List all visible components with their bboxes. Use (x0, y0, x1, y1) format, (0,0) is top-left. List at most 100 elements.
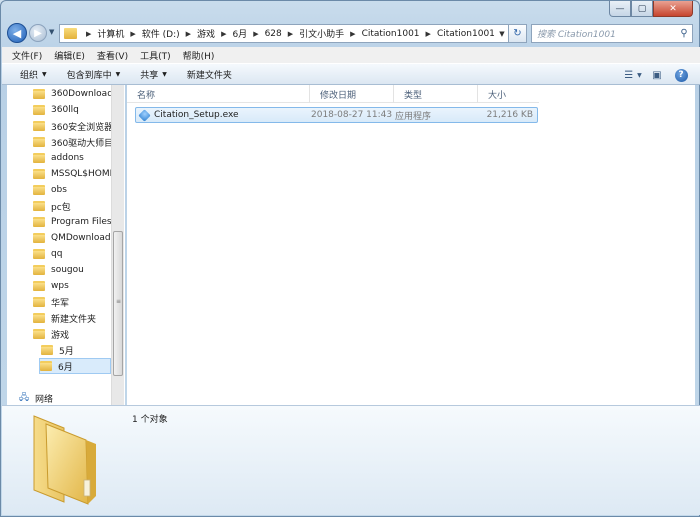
menu-tools[interactable]: 工具(T) (140, 49, 171, 62)
back-button[interactable]: ◀ (7, 23, 27, 43)
maximize-icon: ▢ (637, 3, 647, 14)
preview-pane-icon: ▣ (652, 69, 662, 81)
folder-icon (33, 297, 45, 307)
folder-icon (33, 313, 45, 323)
tree-item[interactable]: obs (33, 182, 67, 198)
refresh-button[interactable]: ↻ (509, 24, 527, 43)
tree-item[interactable]: qq (33, 246, 62, 262)
menu-bar: 文件(F) 编辑(E) 查看(V) 工具(T) 帮助(H) (2, 47, 700, 63)
maximize-button[interactable]: ▢ (631, 1, 653, 17)
recent-pages-dropdown[interactable]: ▼ (49, 28, 57, 38)
folder-icon (33, 217, 45, 227)
menu-view[interactable]: 查看(V) (97, 49, 128, 62)
tree-item[interactable]: 新建文件夹 (33, 310, 96, 326)
view-controls: ☰ ▼ ▣ ? (618, 67, 690, 83)
navigation-bar: ◀ ▶ ▼ ▶ 计算机 ▶ 软件 (D:) ▶ 游戏 ▶ 6月 ▶ 628 ▶ 引文小助手 … (7, 23, 693, 45)
caret-down-icon: ▼ (637, 71, 642, 79)
refresh-icon: ↻ (513, 28, 522, 39)
folder-icon (33, 169, 45, 179)
command-bar: 组织 ▼ 包含到库中 ▼ 共享 ▼ 新建文件夹 ☰ ▼ ▣ ? (2, 63, 700, 85)
tree-item[interactable]: 360安全浏览器下 (33, 118, 122, 134)
folder-icon (33, 185, 45, 195)
exe-file-icon (138, 108, 151, 122)
menu-edit[interactable]: 编辑(E) (54, 49, 85, 62)
folder-icon (33, 249, 45, 259)
address-dropdown-icon[interactable]: ▼ (496, 30, 508, 38)
scrollbar-thumb[interactable]: ≡ (113, 231, 123, 376)
file-size-cell: 21,216 KB (486, 110, 533, 120)
navigation-pane-scrollbar[interactable]: ≡ (111, 85, 124, 405)
tree-item-sub[interactable]: 5月 (41, 342, 74, 358)
folder-icon (33, 153, 45, 163)
organize-button[interactable]: 组织 ▼ (20, 68, 47, 81)
back-arrow-icon: ◀ (12, 26, 22, 40)
breadcrumb-item[interactable]: ▶ Citation1001 (420, 29, 495, 39)
column-name[interactable]: 名称 (127, 85, 310, 103)
search-box[interactable]: 搜索 Citation1001 ⚲ (531, 24, 693, 43)
tree-item[interactable]: addons (33, 150, 84, 166)
column-type[interactable]: 类型 (394, 85, 478, 103)
tree-item[interactable]: Program Files ( (33, 214, 118, 230)
search-icon[interactable]: ⚲ (676, 28, 692, 39)
close-button[interactable]: ✕ (653, 1, 693, 17)
file-name-cell: Citation_Setup.exe (136, 107, 311, 123)
network-icon: 🖧 (19, 393, 30, 403)
folder-icon (33, 121, 45, 131)
column-headers: 名称 修改日期 类型 大小 (127, 85, 539, 103)
breadcrumb-item[interactable]: ▶ 软件 (D:) (124, 27, 179, 41)
breadcrumb-item[interactable]: ▶ 6月 (215, 27, 247, 41)
tree-item[interactable]: 360驱动大师目录 (33, 134, 122, 150)
tree-item[interactable]: sougou (33, 262, 84, 278)
tree-item[interactable]: QMDownload (33, 230, 111, 246)
chevron-right-icon: ▶ (185, 29, 192, 38)
new-folder-button[interactable]: 新建文件夹 (187, 68, 232, 81)
folder-icon (41, 345, 53, 355)
chevron-right-icon: ▶ (253, 29, 259, 38)
file-row[interactable]: Citation_Setup.exe 2018-08-27 11:43 应用程序… (135, 107, 538, 123)
folder-icon (33, 265, 45, 275)
search-placeholder: 搜索 Citation1001 (537, 30, 616, 40)
tree-item[interactable]: 游戏 (33, 326, 69, 342)
include-in-library-button[interactable]: 包含到库中 ▼ (67, 68, 121, 81)
folder-icon (33, 105, 45, 115)
forward-button[interactable]: ▶ (29, 24, 47, 42)
tree-item[interactable]: wps (33, 278, 69, 294)
column-modified[interactable]: 修改日期 (310, 85, 394, 103)
tree-item[interactable]: 360Downloads (33, 86, 118, 102)
preview-pane-button[interactable]: ▣ (648, 67, 666, 83)
caret-down-icon: ▼ (42, 70, 47, 78)
tree-item[interactable]: pc包 (33, 198, 71, 214)
breadcrumb-item[interactable]: ▶ Citation1001 (344, 29, 419, 39)
close-icon: ✕ (669, 3, 677, 14)
minimize-button[interactable]: — (609, 1, 631, 17)
folder-icon (33, 329, 45, 339)
caret-down-icon: ▼ (162, 70, 167, 78)
breadcrumb-item[interactable]: ▶ 引文小助手 (282, 27, 344, 41)
help-icon: ? (674, 68, 688, 82)
minimize-icon: — (615, 3, 625, 14)
details-pane: 1 个对象 (2, 405, 700, 515)
tree-item-network[interactable]: 🖧 网络 (19, 390, 53, 405)
column-size[interactable]: 大小 (478, 85, 539, 103)
tree-item[interactable]: MSSQL$HOME (33, 166, 115, 182)
tree-item[interactable]: 华军 (33, 294, 69, 310)
menu-file[interactable]: 文件(F) (12, 49, 42, 62)
tree-item-selected[interactable]: 6月 (39, 358, 111, 374)
folder-icon (33, 201, 45, 211)
file-modified-cell: 2018-08-27 11:43 (311, 110, 393, 120)
share-button[interactable]: 共享 ▼ (140, 68, 167, 81)
folder-icon (33, 281, 45, 291)
folder-icon (33, 137, 45, 147)
help-button[interactable]: ? (672, 67, 690, 83)
view-options-button[interactable]: ☰ ▼ (624, 67, 642, 83)
address-bar[interactable]: ▶ 计算机 ▶ 软件 (D:) ▶ 游戏 ▶ 6月 ▶ 628 ▶ 引文小助手 ▶ Citat… (59, 24, 509, 43)
folder-icon (33, 89, 45, 99)
chevron-right-icon: ▶ (350, 29, 356, 38)
breadcrumb-item[interactable]: ▶ 游戏 (180, 27, 215, 41)
item-count: 1 个对象 (132, 415, 168, 425)
menu-help[interactable]: 帮助(H) (183, 49, 215, 62)
breadcrumb-item[interactable]: ▶ 计算机 (80, 27, 124, 41)
tree-item[interactable]: 360llq (33, 102, 79, 118)
chevron-right-icon: ▶ (86, 29, 92, 38)
breadcrumb-item[interactable]: ▶ 628 (247, 29, 282, 39)
